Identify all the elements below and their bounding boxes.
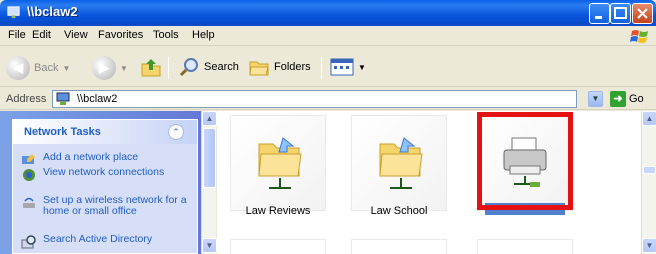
back-button[interactable]: ◀ Back ▼ — [6, 56, 70, 80]
red-highlight-box — [477, 112, 573, 210]
folders-button[interactable]: Folders — [248, 56, 311, 78]
views-icon — [330, 58, 354, 76]
network-computer-icon — [56, 92, 70, 105]
up-folder-icon — [141, 59, 161, 77]
address-bar: Address \\bclaw2 ▼ ➜ Go — [0, 88, 656, 110]
address-value: \\bclaw2 — [77, 93, 118, 105]
address-label: Address — [6, 93, 47, 105]
views-dropdown-icon: ▼ — [358, 62, 366, 72]
menu-view[interactable]: View — [64, 29, 88, 41]
network-tasks-panel: Network Tasks ⌃ Add a network place View… — [12, 119, 198, 254]
toolbar: ◀ Back ▼ ▶ ▼ Search Folders ▼ — [0, 47, 656, 87]
up-folder-button[interactable] — [140, 56, 162, 78]
toolbar-separator — [321, 57, 322, 79]
go-label: Go — [629, 93, 644, 105]
task-setup-wireless[interactable]: Set up a wireless network for a home or … — [21, 195, 193, 217]
maximize-button[interactable] — [610, 3, 631, 24]
go-button[interactable]: ➜ Go — [610, 91, 644, 107]
minimize-button[interactable] — [589, 3, 610, 24]
maximize-icon — [614, 7, 627, 19]
folder-item[interactable] — [230, 239, 326, 254]
task-label: Set up a wireless network for a home or … — [43, 194, 187, 217]
menu-edit[interactable]: Edit — [32, 29, 51, 41]
scroll-up-icon[interactable]: ▲ — [642, 111, 656, 126]
menu-help[interactable]: Help — [192, 29, 215, 41]
task-search-active-directory[interactable]: Search Active Directory — [21, 234, 193, 250]
search-icon — [179, 58, 198, 77]
toolbar-separator — [168, 57, 169, 79]
folder-label: Law School — [370, 205, 428, 217]
windows-logo-icon — [630, 30, 648, 43]
collapse-chevron-icon[interactable]: ⌃ — [168, 124, 184, 140]
title-bar[interactable]: \\bclaw2 — [0, 0, 656, 26]
forward-arrow-icon: ▶ — [92, 56, 116, 80]
folder-label: Law Reviews — [245, 205, 311, 217]
go-arrow-icon: ➜ — [610, 91, 626, 107]
file-view-scrollbar[interactable]: ▲ ▼ — [641, 111, 656, 254]
task-view-network-connections[interactable]: View network connections — [21, 167, 193, 183]
network-tasks-title: Network Tasks — [24, 126, 101, 138]
forward-dropdown-icon: ▼ — [120, 63, 128, 73]
folder-item[interactable] — [351, 239, 447, 254]
scroll-down-icon[interactable]: ▼ — [642, 238, 656, 253]
back-label: Back — [34, 62, 59, 74]
wireless-icon — [23, 197, 35, 208]
explorer-window: \\bclaw2 File Edit View Favorites Tools … — [0, 0, 656, 254]
menu-favorites[interactable]: Favorites — [98, 29, 143, 41]
menu-bar: File Edit View Favorites Tools Help — [0, 26, 656, 46]
folders-icon — [249, 61, 269, 76]
back-arrow-icon: ◀ — [6, 56, 30, 80]
window-title: \\bclaw2 — [27, 4, 78, 19]
scroll-up-icon[interactable]: ▲ — [202, 111, 217, 126]
close-button[interactable] — [632, 3, 653, 24]
address-input[interactable]: \\bclaw2 — [52, 90, 577, 108]
task-pane-scrollbar[interactable]: ▲ ▼ — [201, 111, 217, 254]
folder-item-law-reviews[interactable] — [230, 115, 326, 211]
views-button[interactable]: ▼ — [330, 56, 366, 78]
file-view: Law Reviews Law School — [217, 111, 641, 254]
address-dropdown-button[interactable]: ▼ — [588, 91, 603, 107]
task-label: Search Active Directory — [43, 233, 153, 245]
folder-item[interactable] — [477, 239, 573, 254]
scroll-down-icon[interactable]: ▼ — [202, 238, 217, 253]
shared-folder-icon — [379, 137, 423, 189]
menu-file[interactable]: File — [8, 29, 26, 41]
back-dropdown-icon: ▼ — [62, 63, 71, 73]
shared-folder-icon — [258, 137, 302, 189]
folders-label: Folders — [274, 61, 311, 73]
network-connections-icon — [23, 169, 35, 181]
scrollbar-thumb[interactable] — [203, 128, 216, 188]
close-icon — [637, 8, 648, 19]
network-tasks-header[interactable]: Network Tasks ⌃ — [13, 120, 197, 144]
task-label: View network connections — [43, 166, 165, 178]
search-directory-icon — [21, 235, 36, 249]
search-button[interactable]: Search — [178, 56, 239, 78]
forward-button[interactable]: ▶ ▼ — [92, 56, 128, 80]
network-computer-icon — [7, 6, 20, 19]
scrollbar-thumb[interactable] — [643, 166, 656, 174]
folder-item-law-school[interactable] — [351, 115, 447, 211]
search-label: Search — [204, 61, 239, 73]
task-pane: Network Tasks ⌃ Add a network place View… — [0, 111, 216, 254]
menu-tools[interactable]: Tools — [153, 29, 179, 41]
minimize-icon — [595, 16, 602, 19]
add-network-place-icon — [22, 154, 35, 164]
